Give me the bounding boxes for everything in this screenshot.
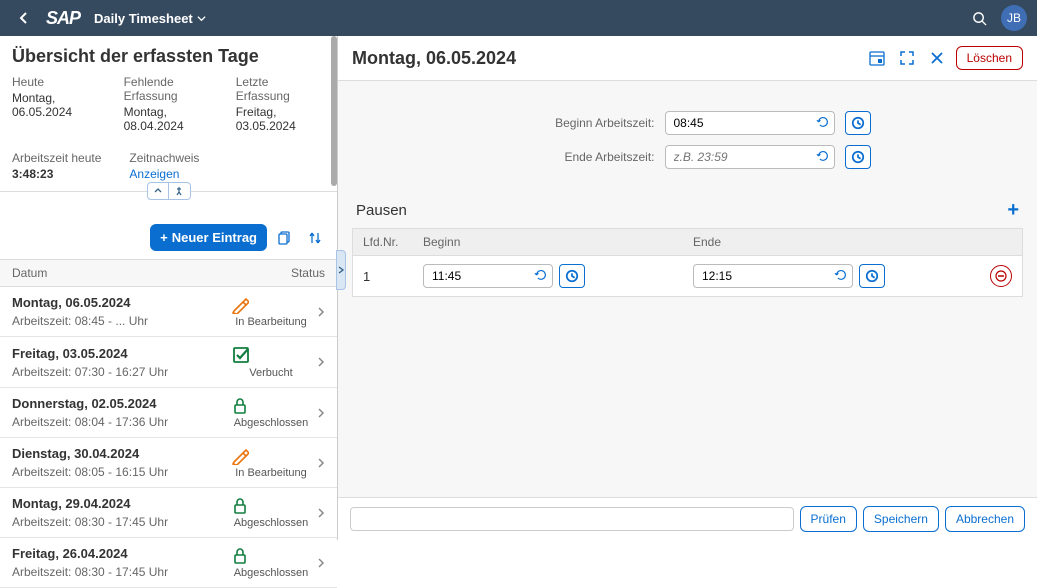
list-item[interactable]: Montag, 29.04.2024 Arbeitszeit: 08:30 - 1… [0,488,337,538]
entry-date: Donnerstag, 02.05.2024 [12,396,231,411]
pause-end-input[interactable] [693,264,853,288]
scrollbar[interactable] [331,36,337,186]
today-value: Montag, 06.05.2024 [12,91,104,119]
last-value: Freitag, 03.05.2024 [236,105,325,133]
clock-button[interactable] [559,264,585,288]
entry-sub: Arbeitszeit: 08:30 - 17:45 Uhr [12,515,231,529]
chevron-right-icon [317,457,325,469]
entry-sub: Arbeitszeit: 08:05 - 16:15 Uhr [12,465,231,479]
chevron-right-icon [317,306,325,318]
end-input[interactable] [665,145,835,169]
entry-date: Freitag, 03.05.2024 [12,346,231,361]
entry-date: Dienstag, 30.04.2024 [12,446,231,461]
history-icon[interactable] [816,115,830,129]
clock-button[interactable] [845,145,871,169]
copy-icon[interactable] [273,226,297,250]
proof-link[interactable]: Anzeigen [129,167,199,181]
collapse-button[interactable] [147,182,169,200]
status-icon [231,547,311,565]
col-ende: Ende [693,235,1012,249]
end-label: Ende Arbeitszeit: [505,150,655,164]
message-strip[interactable] [350,507,794,531]
entry-status: Verbucht [231,345,311,379]
entry-status: Abgeschlossen [231,547,311,579]
entry-date: Montag, 06.05.2024 [12,295,231,310]
col-beginn: Beginn [423,235,693,249]
entry-status: Abgeschlossen [231,397,311,429]
search-icon[interactable] [964,7,995,30]
proof-label: Zeitnachweis [129,151,199,165]
history-icon[interactable] [534,268,548,282]
pause-nr: 1 [363,269,423,284]
overview-title: Übersicht der erfassten Tage [0,36,337,75]
missing-value: Montag, 08.04.2024 [124,105,216,133]
col-lfdnr: Lfd.Nr. [363,235,423,249]
chevron-right-icon [317,557,325,569]
avatar[interactable]: JB [1001,5,1027,31]
col-status: Status [291,266,325,280]
chevron-right-icon [317,356,325,368]
status-icon [231,497,311,515]
entry-sub: Arbeitszeit: 07:30 - 16:27 Uhr [12,365,231,379]
entry-date: Freitag, 26.04.2024 [12,546,231,561]
list-item[interactable]: Dienstag, 30.04.2024 Arbeitszeit: 08:05 -… [0,438,337,488]
cancel-button[interactable]: Abbrechen [945,506,1025,532]
status-icon [231,296,311,314]
history-icon[interactable] [834,268,848,282]
back-button[interactable] [10,8,38,28]
detail-title: Montag, 06.05.2024 [352,48,866,69]
chevron-right-icon [317,407,325,419]
entry-date: Montag, 29.04.2024 [12,496,231,511]
history-icon[interactable] [816,149,830,163]
pausen-title: Pausen [356,202,1007,219]
check-button[interactable]: Prüfen [800,506,857,532]
entry-sub: Arbeitszeit: 08:45 - ... Uhr [12,314,231,328]
new-entry-button[interactable]: + Neuer Eintrag [150,224,267,251]
last-label: Letzte Erfassung [236,75,325,103]
work-today-label: Arbeitszeit heute [12,151,101,165]
plus-icon: + [160,230,168,245]
fullscreen-icon[interactable] [896,47,918,69]
list-item[interactable]: Donnerstag, 02.05.2024 Arbeitszeit: 08:04… [0,388,337,438]
work-today-value: 3:48:23 [12,167,101,181]
begin-input[interactable] [665,111,835,135]
begin-label: Beginn Arbeitszeit: [505,116,655,130]
list-item[interactable]: Freitag, 03.05.2024 Arbeitszeit: 07:30 - … [0,337,337,388]
delete-button[interactable]: Löschen [956,46,1023,70]
status-icon [231,447,311,465]
side-panel-toggle[interactable] [336,250,346,290]
calendar-icon[interactable] [866,47,888,69]
sap-logo: SAP [46,8,80,29]
clock-button[interactable] [859,264,885,288]
missing-label: Fehlende Erfassung [124,75,216,103]
status-icon [231,397,311,415]
today-label: Heute [12,75,104,89]
status-icon [231,345,311,365]
pause-row: 1 [352,256,1023,297]
save-button[interactable]: Speichern [863,506,939,532]
entry-sub: Arbeitszeit: 08:04 - 17:36 Uhr [12,415,231,429]
list-item[interactable]: Freitag, 26.04.2024 Arbeitszeit: 08:30 - … [0,538,337,588]
entry-status: In Bearbeitung [231,447,311,479]
add-pause-button[interactable]: + [1007,199,1019,222]
col-date: Datum [12,266,291,280]
app-title-dropdown[interactable]: Daily Timesheet [94,11,206,26]
delete-pause-button[interactable] [990,265,1012,287]
sort-icon[interactable] [303,226,327,250]
entry-sub: Arbeitszeit: 08:30 - 17:45 Uhr [12,565,231,579]
pin-button[interactable] [169,182,191,200]
close-icon[interactable] [926,47,948,69]
entry-status: In Bearbeitung [231,296,311,328]
chevron-right-icon [317,507,325,519]
entry-status: Abgeschlossen [231,497,311,529]
clock-button[interactable] [845,111,871,135]
list-item[interactable]: Montag, 06.05.2024 Arbeitszeit: 08:45 - .… [0,287,337,337]
